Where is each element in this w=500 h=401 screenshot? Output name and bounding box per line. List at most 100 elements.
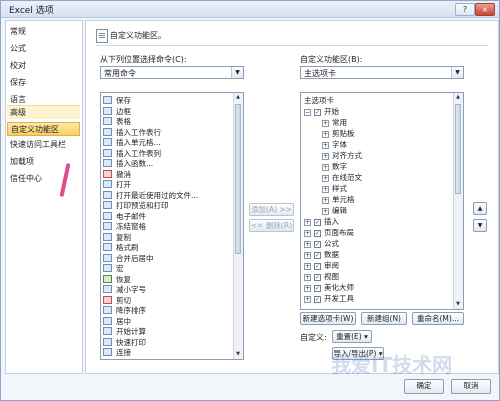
sidebar-item-proofing[interactable]: 校对 [10,59,80,73]
expand-icon[interactable]: + [304,219,311,226]
command-item[interactable]: 复制 [103,232,131,243]
move-up-button[interactable]: ▲ [473,202,487,215]
choose-commands-combo[interactable]: 常用命令 ▼ [100,66,244,79]
tab-checkbox[interactable]: ✓ [314,241,321,248]
expand-icon[interactable]: + [304,241,311,248]
add-button[interactable]: 添加(A) >> [249,203,294,216]
command-item[interactable]: 插入函数... [103,159,153,169]
command-item[interactable]: 表格 [103,117,131,127]
ribbon-tree-item[interactable]: + ✓ 视图 [304,272,339,282]
expand-icon[interactable]: + [304,252,311,259]
scroll-up-icon[interactable]: ▲ [234,93,242,102]
ribbon-tree-item[interactable]: + ✓ 美化大师 [304,283,354,293]
scroll-down-icon[interactable]: ▼ [234,350,242,359]
command-item[interactable]: 插入工作表行 [103,127,161,138]
tab-checkbox[interactable]: ✓ [314,263,321,270]
ribbon-tree-item[interactable]: + ✓ 公式 [304,239,339,249]
ok-button[interactable]: 确定 [404,379,444,394]
scroll-thumb[interactable] [235,104,241,254]
command-item[interactable]: 插入单元格... [103,138,161,148]
command-item[interactable]: 电子邮件 [103,211,146,222]
command-item[interactable]: 快速打印 [103,337,146,348]
ribbon-tree-item[interactable]: + 样式 [322,184,347,194]
command-item[interactable]: 边框 [103,106,131,117]
command-item[interactable]: 减小字号 [103,285,146,295]
expand-icon[interactable]: + [304,263,311,270]
expand-icon[interactable]: + [304,274,311,281]
tab-checkbox[interactable]: ✓ [314,274,321,281]
commands-list[interactable]: 保存 边框 表格 插入工作表行 插入单元格... 插入工作表列 插入函数... 撤消 打开 打开最… [100,92,244,360]
help-button[interactable]: ? [455,3,475,16]
ribbon-tree-item[interactable]: + ✓ 审阅 [304,261,339,271]
expand-icon[interactable]: + [322,120,329,127]
ribbon-tree-item[interactable]: + ✓ 开发工具 [304,294,354,304]
tab-checkbox[interactable]: ✓ [314,296,321,303]
ribbon-tree-item[interactable]: + 字体 [322,140,347,150]
tab-checkbox[interactable]: ✓ [314,219,321,226]
command-item[interactable]: 打开最近使用过的文件... [103,190,198,201]
sidebar-item-advanced[interactable]: 高级 [7,105,80,119]
rename-button[interactable]: 重命名(M)... [412,312,464,325]
ribbon-tree-item[interactable]: + 在线范文 [322,173,362,183]
commands-scrollbar[interactable]: ▲ ▼ [233,93,243,359]
command-item[interactable]: 保存 [103,96,131,106]
sidebar-item-formulas[interactable]: 公式 [10,42,80,56]
remove-button[interactable]: << 删除(R) [249,219,294,232]
scroll-up-icon[interactable]: ▲ [454,93,462,102]
command-item[interactable]: 插入工作表列 [103,148,161,159]
command-item[interactable]: 合并后居中 [103,253,154,264]
command-item[interactable]: 开始计算 [103,327,146,337]
collapse-icon[interactable]: − [304,109,311,116]
ribbon-tree-scrollbar[interactable]: ▲ ▼ [453,93,463,309]
ribbon-tree-item[interactable]: + 单元格 [322,195,355,205]
expand-icon[interactable]: + [322,164,329,171]
expand-icon[interactable]: + [322,131,329,138]
expand-icon[interactable]: + [304,230,311,237]
scroll-down-icon[interactable]: ▼ [454,300,462,309]
command-item[interactable]: 冻结窗格 [103,222,146,232]
ribbon-tree-item[interactable]: + 对齐方式 [322,151,362,161]
ribbon-tree-item[interactable]: + 数字 [322,162,347,172]
expand-icon[interactable]: + [322,153,329,160]
ribbon-tree-item[interactable]: + ✓ 插入 [304,217,339,227]
command-item[interactable]: 宏 [103,264,124,274]
command-item[interactable]: 降序排序 [103,306,146,316]
command-item[interactable]: 恢复 [103,274,131,285]
move-down-button[interactable]: ▼ [473,219,487,232]
expand-icon[interactable]: + [322,208,329,215]
command-item[interactable]: 格式刷 [103,243,139,253]
sidebar-item-save[interactable]: 保存 [10,76,80,90]
tab-checkbox[interactable]: ✓ [314,285,321,292]
command-item[interactable]: 剪切 [103,295,131,306]
ribbon-tree-item[interactable]: + 编辑 [322,206,347,216]
ribbon-tree[interactable]: 主选项卡 − ✓ 开始 + 常用 + 剪贴板 + 字体 + 对齐方式 + 数字 + 在线范文 + 样式 + 单元格 + 编… [300,92,464,310]
tab-checkbox[interactable]: ✓ [314,109,321,116]
sidebar-item-general[interactable]: 常规 [10,25,80,39]
sidebar-item-trust-center[interactable]: 信任中心 [10,172,80,186]
command-item[interactable]: 居中 [103,316,131,327]
ribbon-tree-item[interactable]: + ✓ 数据 [304,250,339,260]
command-item[interactable]: 撤消 [103,169,131,180]
ribbon-tree-item[interactable]: − ✓ 开始 [304,107,339,117]
cancel-button[interactable]: 取消 [451,379,491,394]
customize-ribbon-combo[interactable]: 主选项卡 ▼ [300,66,464,79]
ribbon-tree-item[interactable]: + 剪贴板 [322,129,355,139]
tab-checkbox[interactable]: ✓ [314,252,321,259]
sidebar-item-customize-ribbon[interactable]: 自定义功能区 [7,122,80,136]
tab-checkbox[interactable]: ✓ [314,230,321,237]
expand-icon[interactable]: + [304,285,311,292]
ribbon-tree-item[interactable]: + ✓ 页面布局 [304,228,354,238]
ribbon-tree-item[interactable]: + 常用 [322,118,347,128]
command-item[interactable]: 打开 [103,180,131,190]
command-item[interactable]: 连接 [103,348,131,358]
close-button[interactable]: × [475,3,495,16]
expand-icon[interactable]: + [322,197,329,204]
sidebar-item-quick-access-toolbar[interactable]: 快速访问工具栏 [10,138,80,152]
ribbon-tree-item[interactable]: 主选项卡 [304,96,334,106]
scroll-thumb[interactable] [455,104,461,194]
expand-icon[interactable]: + [322,142,329,149]
expand-icon[interactable]: + [322,186,329,193]
new-group-button[interactable]: 新建组(N) [361,312,407,325]
expand-icon[interactable]: + [304,296,311,303]
reset-button[interactable]: 重置(E) ▾ [332,330,372,343]
